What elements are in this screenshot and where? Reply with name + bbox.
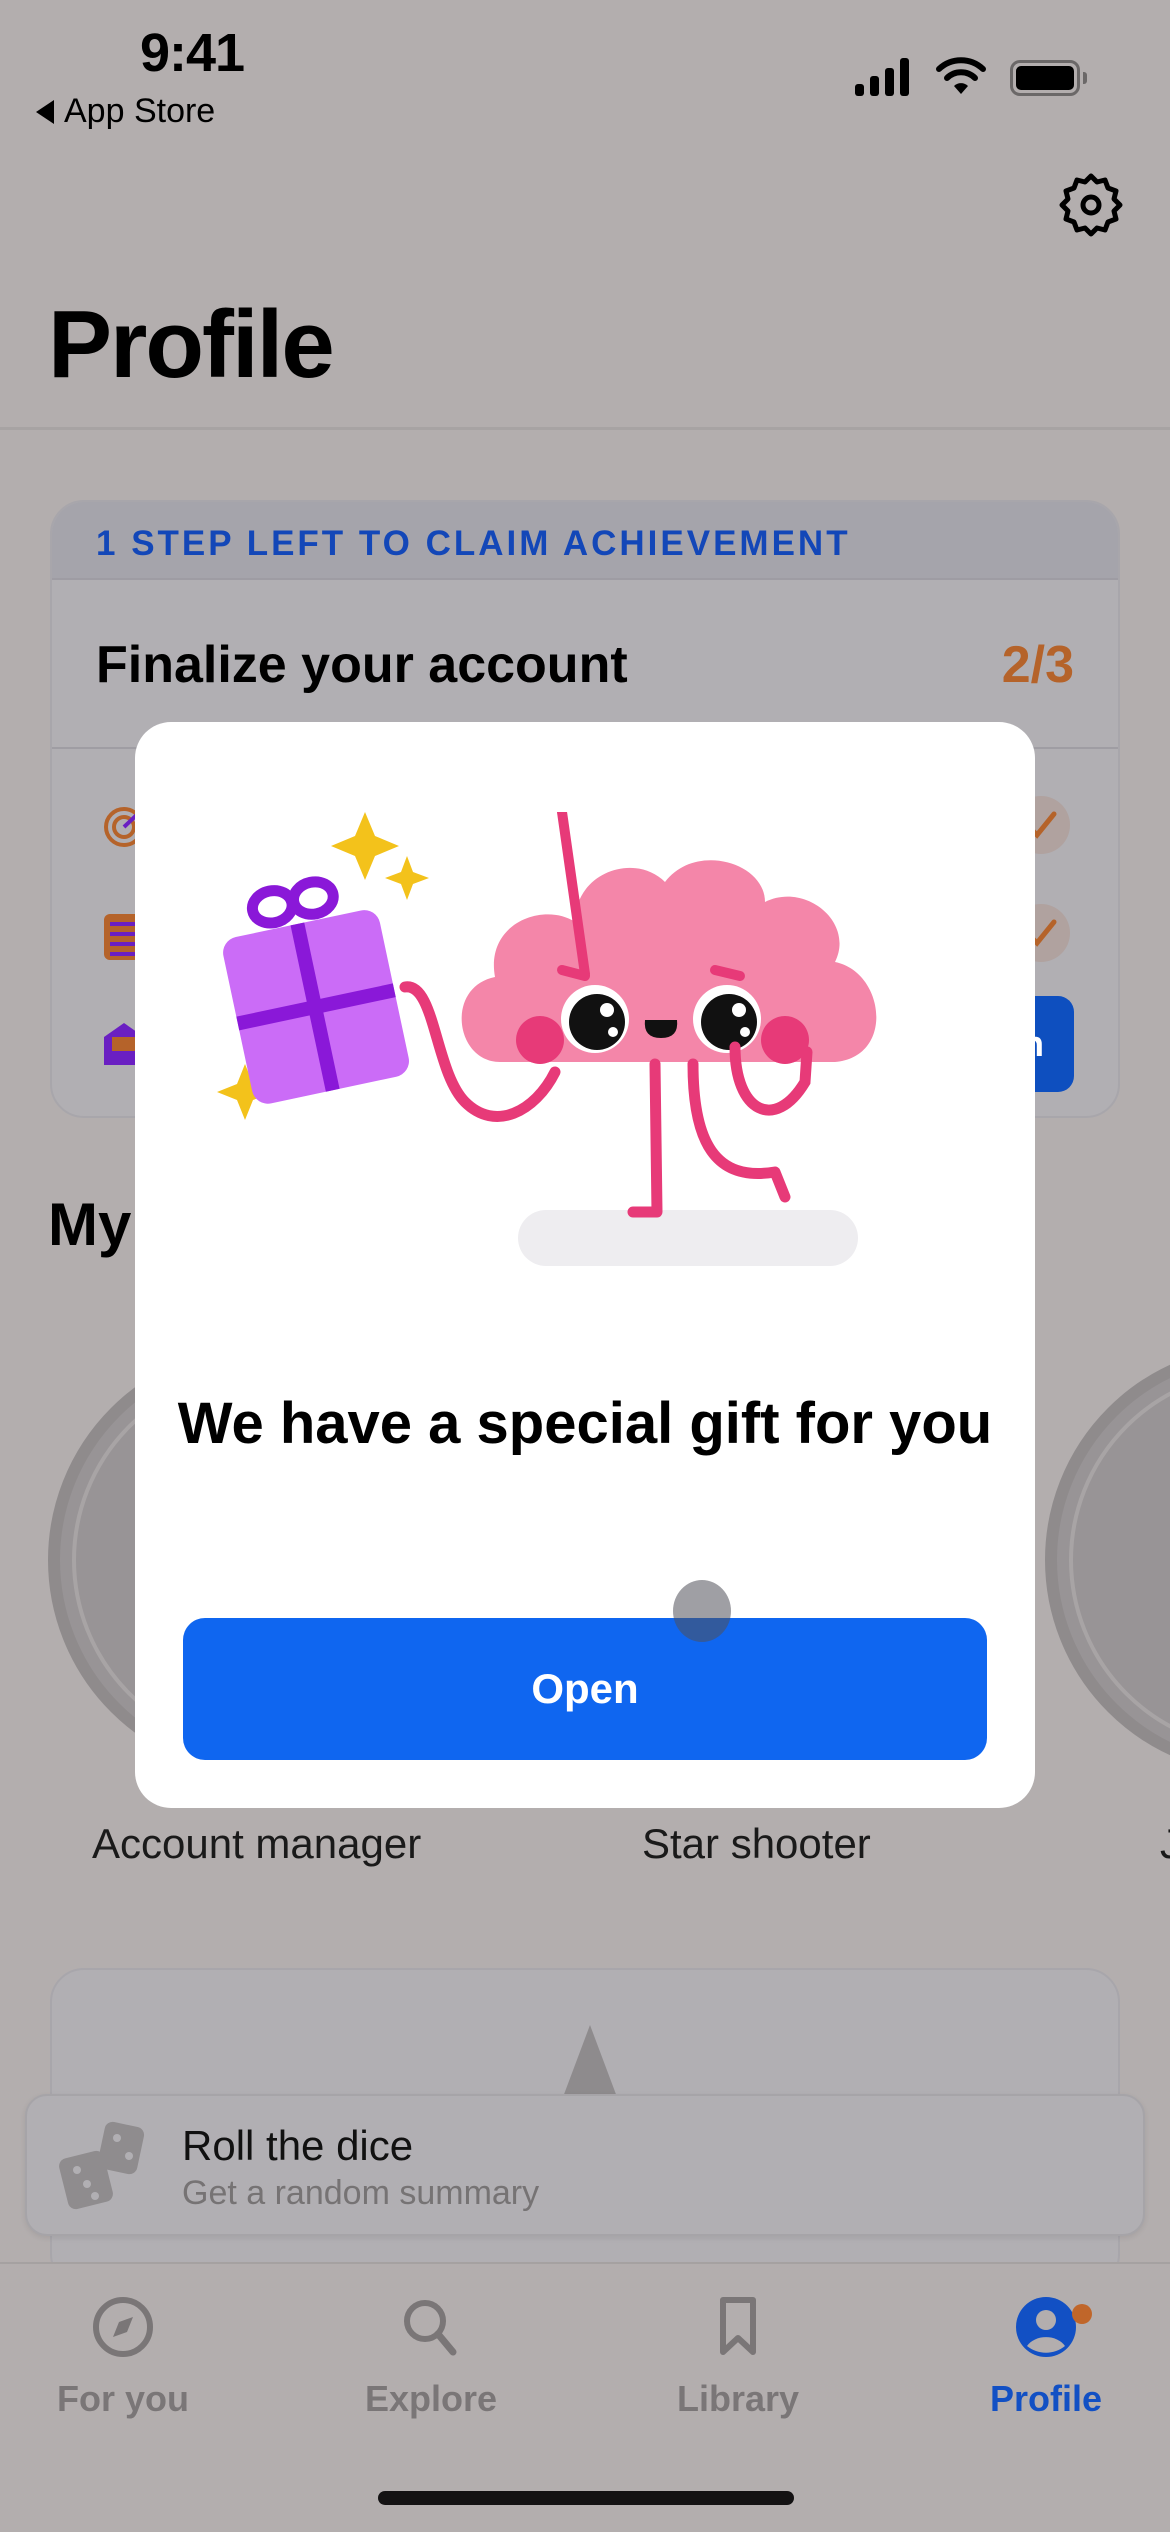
badge-label: Star shooter [642,1820,871,1867]
badge-label: Account manager [92,1820,422,1867]
open-gift-button[interactable]: Open [183,1618,987,1760]
tab-label: Library [676,2378,800,2419]
gift-modal: We have a special gift for you Open [135,722,1035,1808]
roll-subtitle: Get a random summary [182,2174,540,2212]
achievement-title: Finalize your account [96,636,628,694]
search-icon [404,2300,457,2356]
page-title: Profile [48,291,335,398]
badge-third[interactable] [1045,1345,1170,1775]
profile-icon [1016,2297,1076,2357]
bookmark-icon [720,2297,756,2355]
roll-the-dice-banner[interactable]: Roll the dice Get a random summary [25,2094,1145,2236]
roll-title: Roll the dice [182,2122,414,2169]
tab-profile[interactable]: Profile [926,2294,1166,2420]
achievement-banner-text: 1 STEP LEFT TO CLAIM ACHIEVEMENT [96,524,851,563]
compass-icon [93,2297,153,2357]
battery-icon [1010,60,1080,96]
back-to-app-store[interactable]: App Store [36,92,215,131]
badge-label: J [1160,1820,1170,1868]
back-arrow-icon [36,99,54,124]
badges-heading: My [48,1191,132,1258]
achievement-banner: 1 STEP LEFT TO CLAIM ACHIEVEMENT [52,502,1118,580]
battery-tip [1083,72,1087,84]
status-time: 9:41 [140,23,245,83]
touch-indicator [673,1580,731,1642]
tab-label: Profile [989,2378,1103,2419]
tab-label: Explore [364,2378,498,2419]
back-label: App Store [64,92,216,130]
gear-icon[interactable] [1058,172,1124,238]
modal-title: We have a special gift for you [177,1391,993,1456]
wifi-icon [936,57,986,94]
cellular-signal-icon [855,58,909,96]
sparkle-icon [385,856,429,900]
tab-label: For you [57,2378,189,2419]
tab-library[interactable]: Library [618,2294,858,2420]
header-divider [0,427,1170,430]
home-indicator[interactable] [378,2491,794,2505]
sparkle-icon [331,812,399,880]
brain-mascot-gift-illustration [217,812,877,1266]
notification-dot [1072,2304,1092,2324]
achievement-progress: 2/3 [1001,636,1074,694]
tab-explore[interactable]: Explore [311,2294,551,2420]
dice-icon [59,2121,145,2210]
tab-for-you[interactable]: For you [3,2294,243,2420]
